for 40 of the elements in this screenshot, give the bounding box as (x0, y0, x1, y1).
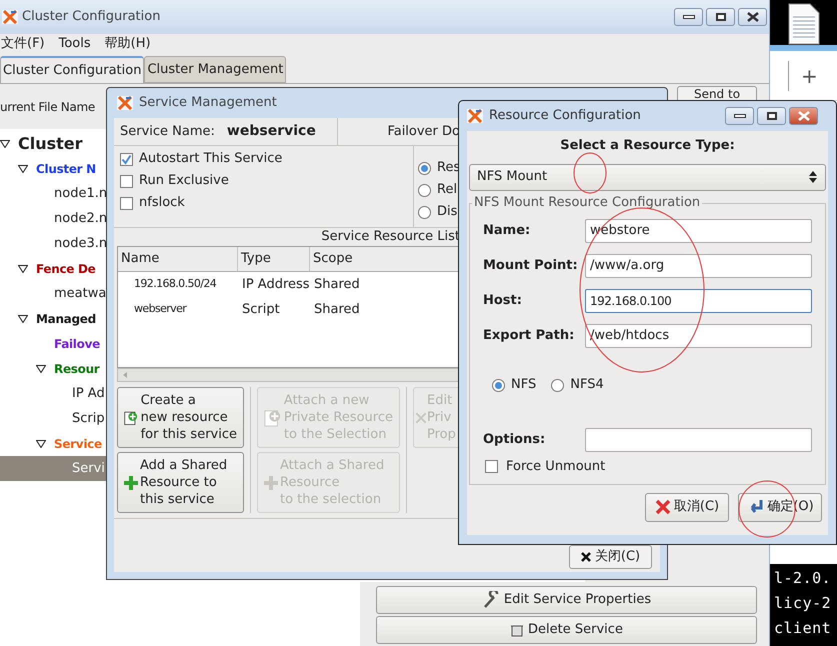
table-cell-text: webserver (133, 301, 188, 318)
list-title: Service Resource List (321, 228, 460, 246)
window-title: Resource Configuration (489, 107, 642, 126)
table-cell-text: IP Address (241, 276, 310, 294)
resource-type-heading: Select a Resource Type: (559, 137, 736, 155)
protocol-label: NFS (511, 376, 536, 394)
window-title: Cluster Configuration (22, 8, 162, 26)
field-label: Export Path: (483, 327, 576, 346)
table-cell-text: Shared (313, 276, 360, 294)
tree-label: Fence De (36, 260, 96, 278)
service-name-value: webservice (226, 122, 316, 141)
tree-label: node2.n (54, 210, 108, 228)
tree-label: Cluster (18, 132, 83, 154)
tree-label: Managed (36, 310, 96, 328)
option-label: Force Unmount (506, 458, 606, 476)
option-label: Autostart This Service (139, 151, 282, 167)
tree-label: Service (54, 436, 102, 452)
field-label: Host: (483, 292, 523, 310)
terminal-line: l-2.0. (774, 568, 832, 589)
recovery-option-label: Rel (437, 182, 458, 198)
field-label: Mount Point: (483, 257, 579, 276)
table-cell-text: Script (241, 300, 281, 319)
field-label: Name: (483, 222, 532, 240)
protocol-label: NFS4 (570, 376, 604, 394)
table-cell-text: 192.168.0.50/24 (133, 276, 218, 292)
tree-label: Cluster N (36, 160, 96, 178)
field-label: Options: (483, 430, 546, 449)
current-file-label: urrent File Name (0, 98, 96, 116)
option-label: Run Exclusive (139, 173, 229, 189)
tree-label: Resour (54, 360, 100, 378)
tree-label: Servi (72, 460, 105, 478)
window-title: Service Management (139, 94, 277, 112)
tree-label: Failove (54, 336, 100, 352)
option-label: nfslock (139, 195, 185, 211)
service-name-label: Service Name: (120, 122, 215, 141)
table-cell-text: Shared (313, 300, 360, 319)
recovery-option-label: Dis (437, 204, 458, 220)
terminal-line: client (774, 618, 832, 639)
group-title: NFS Mount Resource Configuration (472, 194, 702, 210)
terminal-line: licy-2 (774, 593, 832, 614)
